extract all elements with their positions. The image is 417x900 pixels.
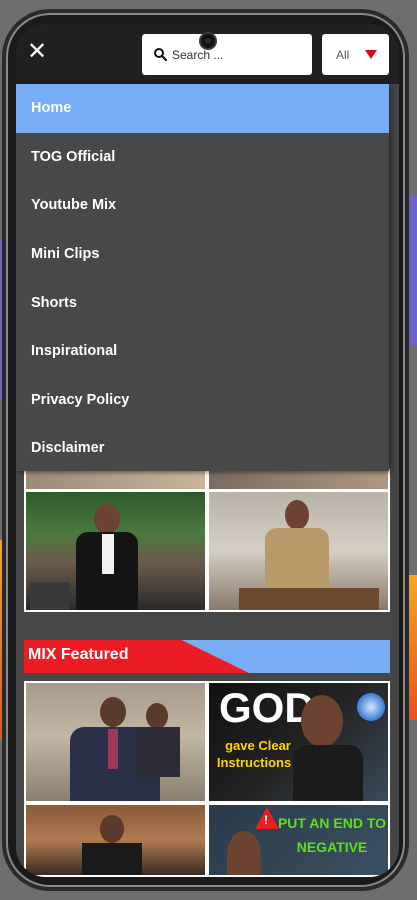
search-input[interactable]: Search ... bbox=[142, 34, 312, 75]
menu-item-mini-clips[interactable]: Mini Clips bbox=[16, 230, 389, 279]
video-thumbnail[interactable]: GOD gave Clear Instructions ! bbox=[207, 681, 390, 803]
thumbnail-caption: PUT AN END TO NEGATIVE bbox=[277, 815, 387, 855]
menu-item-label: Privacy Policy bbox=[31, 391, 130, 408]
section-header-mix-featured: MIX Featured bbox=[24, 640, 390, 673]
video-feed: MIX Featured GOD gave Clear Instructions… bbox=[16, 469, 399, 877]
search-icon bbox=[154, 48, 167, 61]
background-strip-right-orange bbox=[405, 575, 417, 720]
video-thumbnail[interactable] bbox=[24, 803, 207, 877]
menu-item-label: Mini Clips bbox=[31, 246, 100, 263]
menu-item-label: Home bbox=[31, 100, 72, 117]
menu-item-tog-official[interactable]: TOG Official bbox=[16, 133, 389, 182]
menu-item-home[interactable]: Home bbox=[16, 84, 389, 133]
menu-item-label: Inspirational bbox=[31, 343, 118, 360]
nav-drawer: Home TOG Official Youtube Mix Mini Clips… bbox=[16, 84, 389, 471]
menu-item-disclaimer[interactable]: Disclaimer bbox=[16, 424, 389, 473]
thumbnail-subtitle: gave Clear Instructions ! bbox=[216, 738, 300, 770]
menu-item-inspirational[interactable]: Inspirational bbox=[16, 327, 389, 376]
menu-item-youtube-mix[interactable]: Youtube Mix bbox=[16, 181, 389, 230]
menu-item-label: Disclaimer bbox=[31, 440, 105, 457]
video-thumbnail[interactable]: ! PUT AN END TO NEGATIVE bbox=[207, 803, 390, 877]
menu-item-label: Shorts bbox=[31, 294, 77, 311]
menu-item-label: Youtube Mix bbox=[31, 197, 117, 214]
menu-item-shorts[interactable]: Shorts bbox=[16, 278, 389, 327]
video-thumbnail[interactable] bbox=[207, 490, 390, 612]
category-filter-dropdown[interactable]: All bbox=[322, 34, 389, 75]
warning-icon: ! bbox=[264, 813, 268, 827]
close-icon[interactable]: ✕ bbox=[24, 38, 50, 64]
camera-icon bbox=[199, 32, 217, 50]
menu-item-privacy-policy[interactable]: Privacy Policy bbox=[16, 376, 389, 425]
app-screen: ✕ Search ... All Home TOG Official Youtu… bbox=[16, 24, 399, 877]
menu-item-label: TOG Official bbox=[31, 148, 116, 165]
video-thumbnail[interactable] bbox=[24, 681, 207, 803]
section-title: MIX Featured bbox=[28, 646, 129, 663]
video-thumbnail[interactable] bbox=[24, 490, 207, 612]
caret-down-icon bbox=[365, 50, 377, 59]
background-strip-right bbox=[405, 195, 417, 345]
filter-selected-value: All bbox=[336, 47, 350, 62]
search-placeholder: Search ... bbox=[172, 47, 224, 62]
